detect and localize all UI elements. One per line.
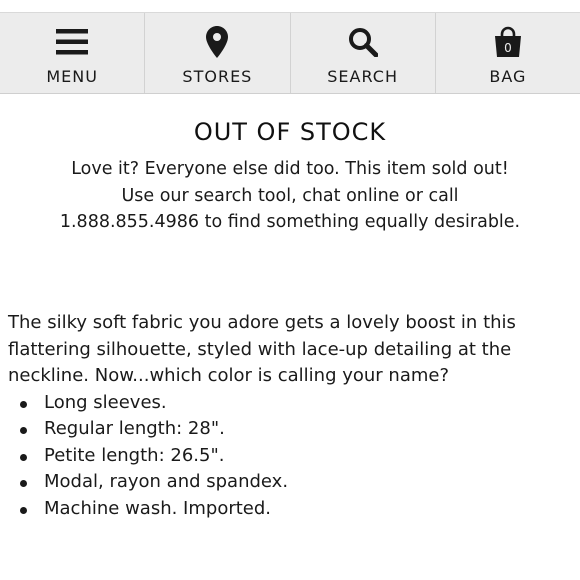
- menu-icon: [56, 25, 89, 59]
- bag-count-badge: 0: [504, 41, 512, 55]
- nav-bag-button[interactable]: 0 BAG: [434, 13, 580, 93]
- map-pin-icon: [206, 25, 229, 59]
- nav-stores-label: STORES: [182, 67, 253, 86]
- nav-menu-button[interactable]: MENU: [0, 13, 144, 93]
- search-icon: [348, 25, 378, 59]
- description-text: The silky soft fabric you adore gets a l…: [8, 312, 516, 386]
- feature-list: Long sleeves. Regular length: 28". Petit…: [8, 390, 574, 523]
- top-nav-bar: MENU STORES SEARCH 0 BAG: [0, 12, 580, 94]
- out-of-stock-notice: OUT OF STOCK Love it? Everyone else did …: [0, 118, 580, 236]
- feature-item: Modal, rayon and spandex.: [20, 469, 574, 496]
- feature-item: Regular length: 28".: [20, 416, 574, 443]
- nav-stores-button[interactable]: STORES: [144, 13, 289, 93]
- feature-item: Machine wash. Imported.: [20, 496, 574, 523]
- bag-icon: 0: [493, 25, 523, 59]
- nav-search-label: SEARCH: [327, 67, 398, 86]
- nav-bag-label: BAG: [489, 67, 527, 86]
- feature-item: Long sleeves.: [20, 390, 574, 417]
- product-description: The silky soft fabric you adore gets a l…: [8, 310, 574, 522]
- nav-menu-label: MENU: [46, 67, 98, 86]
- out-of-stock-message: Love it? Everyone else did too. This ite…: [59, 159, 521, 232]
- nav-search-button[interactable]: SEARCH: [289, 13, 435, 93]
- feature-item: Petite length: 26.5".: [20, 443, 574, 470]
- out-of-stock-title: OUT OF STOCK: [193, 118, 387, 146]
